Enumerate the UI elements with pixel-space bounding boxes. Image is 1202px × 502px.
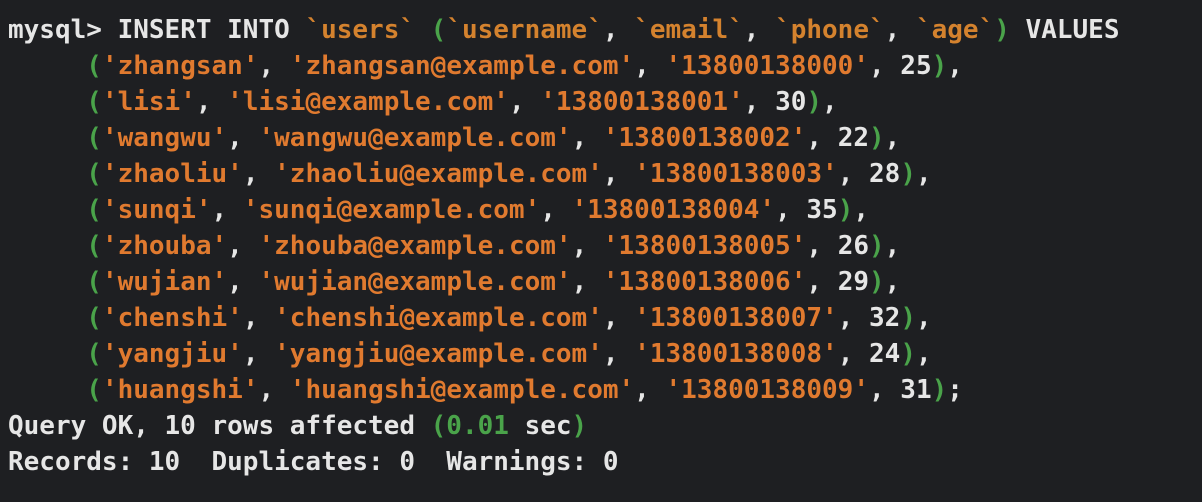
row-email: 'sunqi@example.com' (242, 195, 541, 225)
row-phone: '13800138008' (634, 339, 838, 369)
column-age: `age` (915, 15, 995, 45)
value-row-line: ('yangjiu', 'yangjiu@example.com', '1380… (86, 339, 932, 369)
row-close-paren: ) (837, 195, 854, 225)
row-age: 29 (837, 267, 869, 297)
row-close-paren: ) (806, 87, 823, 117)
query-time-unit: sec (508, 411, 572, 441)
mysql-prompt: mysql> (8, 15, 102, 45)
row-close-paren: ) (869, 123, 885, 153)
column-phone: `phone` (775, 15, 885, 45)
close-paren: ) (994, 15, 1010, 45)
terminal-window[interactable]: mysql> INSERT INTO `users` (`username`, … (0, 0, 1202, 502)
row-open-paren: ( (86, 51, 102, 81)
row-open-paren: ( (86, 231, 102, 261)
row-phone: '13800138006' (602, 267, 807, 297)
row-close-paren: ) (931, 375, 948, 405)
row-close-paren: ) (900, 339, 916, 369)
row-terminator: ; (947, 375, 963, 405)
records-line: Records: 10 Duplicates: 0 Warnings: 0 (8, 447, 619, 477)
row-username: 'wujian' (101, 267, 228, 297)
row-phone: '13800138005' (602, 231, 807, 261)
open-paren: ( (430, 15, 447, 45)
values-rows: ('zhangsan', 'zhangsan@example.com', '13… (8, 48, 1202, 408)
row-username: 'huangshi' (101, 375, 259, 405)
row-terminator: , (915, 303, 932, 333)
row-email: 'zhouba@example.com' (258, 231, 572, 261)
row-open-paren: ( (86, 375, 102, 405)
row-open-paren: ( (86, 339, 102, 369)
row-terminator: , (884, 123, 901, 153)
row-close-paren: ) (900, 303, 916, 333)
row-open-paren: ( (86, 87, 102, 117)
row-phone: '13800138000' (665, 51, 869, 81)
row-age: 28 (869, 159, 901, 189)
row-email: 'chenshi@example.com' (274, 303, 603, 333)
row-email: 'zhangsan@example.com' (289, 51, 635, 81)
row-email: 'zhaoliu@example.com' (274, 159, 603, 189)
row-username: 'zhangsan' (101, 51, 259, 81)
value-row-line: ('chenshi', 'chenshi@example.com', '1380… (86, 303, 932, 333)
query-time-value: 0.01 (446, 411, 509, 441)
row-phone: '13800138002' (602, 123, 807, 153)
row-age: 22 (837, 123, 869, 153)
value-row-line: ('zhangsan', 'zhangsan@example.com', '13… (86, 51, 963, 81)
row-open-paren: ( (86, 159, 102, 189)
row-email: 'yangjiu@example.com' (274, 339, 603, 369)
row-username: 'zhouba' (101, 231, 228, 261)
row-age: 25 (900, 51, 932, 81)
row-age: 30 (775, 87, 807, 117)
query-ok-text: Query OK, 10 rows affected (8, 411, 431, 441)
row-terminator: , (822, 87, 838, 117)
row-username: 'yangjiu' (101, 339, 243, 369)
row-phone: '13800138009' (665, 375, 869, 405)
row-username: 'zhaoliu' (101, 159, 243, 189)
table-name: `users` (305, 15, 415, 45)
row-terminator: , (915, 339, 932, 369)
row-open-paren: ( (86, 303, 102, 333)
row-terminator: , (884, 231, 901, 261)
row-username: 'wangwu' (101, 123, 228, 153)
value-row-line: ('wangwu', 'wangwu@example.com', '138001… (86, 123, 901, 153)
query-ok-line: Query OK, 10 rows affected (0.01 sec) (8, 411, 588, 441)
row-phone: '13800138007' (634, 303, 838, 333)
values-keyword: VALUES (1025, 15, 1120, 45)
row-close-paren: ) (869, 231, 885, 261)
row-age: 32 (869, 303, 901, 333)
row-phone: '13800138003' (634, 159, 838, 189)
row-terminator: , (884, 267, 901, 297)
insert-keyword: INSERT INTO (117, 15, 290, 45)
value-row-line: ('huangshi', 'huangshi@example.com', '13… (86, 375, 963, 405)
row-terminator: , (947, 51, 963, 81)
row-username: 'sunqi' (101, 195, 212, 225)
row-open-paren: ( (86, 267, 102, 297)
row-close-paren: ) (900, 159, 916, 189)
value-row-line: ('sunqi', 'sunqi@example.com', '13800138… (86, 195, 869, 225)
row-age: 26 (837, 231, 869, 261)
row-email: 'wangwu@example.com' (258, 123, 572, 153)
value-row-line: ('wujian', 'wujian@example.com', '138001… (86, 267, 901, 297)
row-email: 'huangshi@example.com' (289, 375, 635, 405)
column-username: `username` (446, 15, 603, 45)
row-terminator: , (915, 159, 932, 189)
row-age: 35 (806, 195, 838, 225)
statement-header-line: mysql> INSERT INTO `users` (`username`, … (8, 15, 1120, 45)
row-phone: '13800138001' (540, 87, 744, 117)
row-terminator: , (853, 195, 869, 225)
row-phone: '13800138004' (571, 195, 776, 225)
row-email: 'wujian@example.com' (258, 267, 572, 297)
row-username: 'chenshi' (101, 303, 243, 333)
row-email: 'lisi@example.com' (227, 87, 509, 117)
row-open-paren: ( (86, 195, 102, 225)
value-row-line: ('zhouba', 'zhouba@example.com', '138001… (86, 231, 901, 261)
row-close-paren: ) (931, 51, 948, 81)
row-open-paren: ( (86, 123, 102, 153)
row-age: 31 (900, 375, 932, 405)
row-age: 24 (869, 339, 901, 369)
column-email: `email` (634, 15, 744, 45)
value-row-line: ('lisi', 'lisi@example.com', '1380013800… (86, 87, 838, 117)
row-username: 'lisi' (101, 87, 196, 117)
value-row-line: ('zhaoliu', 'zhaoliu@example.com', '1380… (86, 159, 932, 189)
row-close-paren: ) (869, 267, 885, 297)
